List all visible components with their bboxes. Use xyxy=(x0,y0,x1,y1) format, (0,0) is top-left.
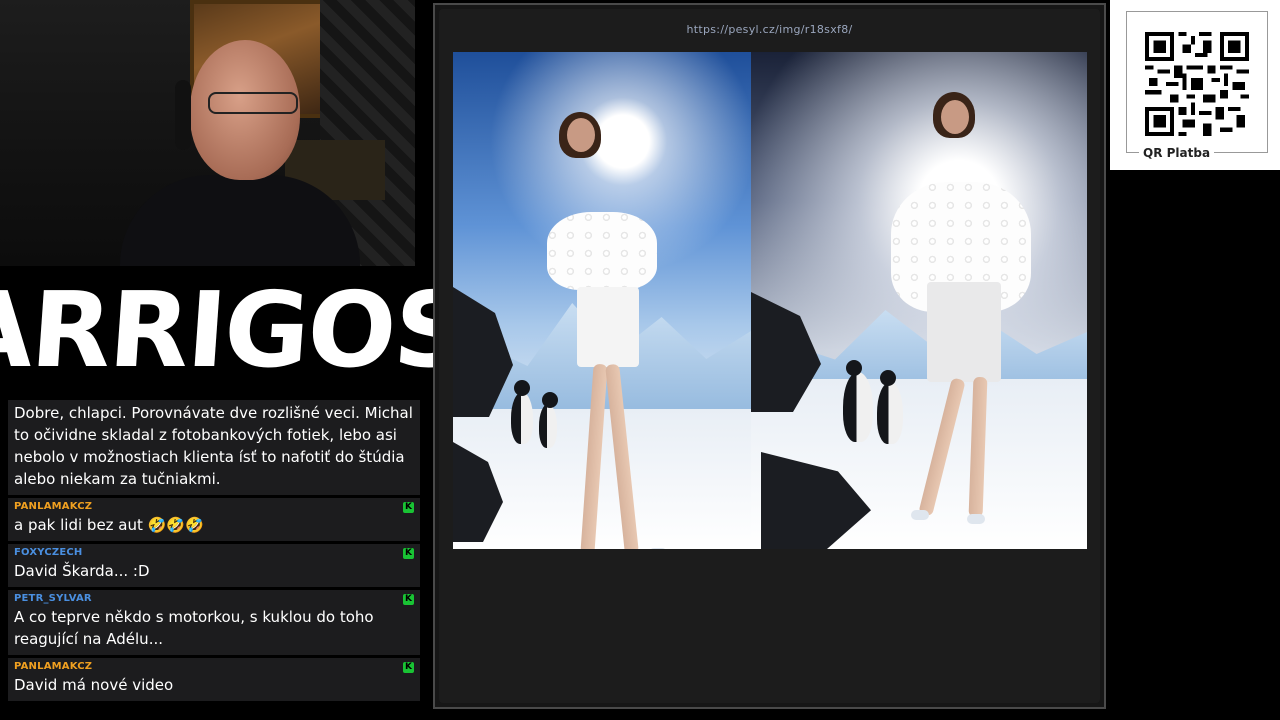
kick-badge-icon: K xyxy=(403,502,414,513)
chat-message: PETR_SYLVAR A co teprve někdo s motorkou… xyxy=(8,590,420,655)
image-url[interactable]: https://pesyl.cz/img/r18sxf8/ xyxy=(439,23,1100,36)
channel-logo: ARRIGOS xyxy=(0,266,471,394)
chat-text: David Škarda... :D xyxy=(14,562,150,580)
chat-text: A co teprve někdo s motorkou, s kuklou d… xyxy=(14,608,374,648)
penguin-figure xyxy=(511,380,533,444)
highlighted-chat-message: Dobre, chlapci. Porovnávate dve rozlišné… xyxy=(8,400,420,495)
kick-badge-icon: K xyxy=(403,594,414,605)
qr-label: QR Platba xyxy=(1139,146,1215,160)
chat-message: FOXYCZECH David Škarda... :D K xyxy=(8,544,420,587)
chat-username: FOXYCZECH xyxy=(14,547,83,558)
qr-payment-panel: QR Platba xyxy=(1110,0,1280,170)
logo-text: ARRIGOS xyxy=(0,269,472,391)
chat-username: PANLAMAKCZ xyxy=(14,501,93,512)
chat-overlay: Dobre, chlapci. Porovnávate dve rozlišné… xyxy=(8,400,420,704)
chat-username: PETR_SYLVAR xyxy=(14,593,92,604)
qr-card: QR Platba xyxy=(1126,11,1268,160)
chat-text: David má nové video xyxy=(14,676,174,694)
highlighted-message-text: Dobre, chlapci. Porovnávate dve rozlišné… xyxy=(14,404,413,488)
kick-badge-icon: K xyxy=(403,662,414,673)
chat-username: PANLAMAKCZ xyxy=(14,661,93,672)
penguin-figure xyxy=(877,370,903,444)
penguin-figure xyxy=(843,360,873,442)
chat-message: PANLAMAKCZ a pak lidi bez aut 🤣🤣🤣 K xyxy=(8,498,420,541)
qr-code-icon[interactable] xyxy=(1145,32,1249,136)
kick-badge-icon: K xyxy=(403,548,414,559)
penguin-figure xyxy=(539,392,558,448)
comparison-image[interactable] xyxy=(453,52,1087,549)
chat-message: PANLAMAKCZ David má nové video K xyxy=(8,658,420,701)
chat-text: a pak lidi bez aut 🤣🤣🤣 xyxy=(14,516,204,534)
photo-right xyxy=(751,52,1087,549)
streamer xyxy=(120,40,360,266)
photo-left xyxy=(453,52,751,549)
webcam-feed xyxy=(0,0,415,266)
